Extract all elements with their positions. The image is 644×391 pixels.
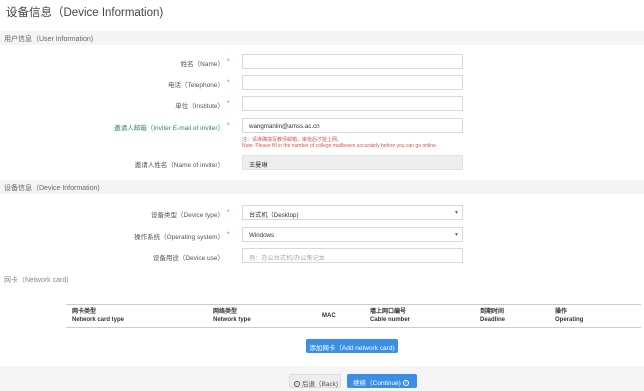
column-header-network-type: 网络类型 Network type [213,309,251,323]
inviter-name-field: 王曼琳 [242,155,463,170]
os-label: 操作系统（Operating system） [134,234,224,241]
continue-button-label: 继续（Continue) [353,380,401,387]
footer-bar: ‹ 后退（Back) 继续（Continue) › [0,366,644,391]
add-network-card-button[interactable]: 添加网卡（Add network card) [306,339,398,353]
required-mark: * [227,209,230,216]
chevron-down-icon: ▾ [454,232,458,238]
institute-row: 单位（Institute） * [0,96,644,112]
device-use-label: 设备用途（Device use） [152,255,224,262]
inviter-email-row: 邀请人邮箱（Inviter E-mail of inviter） * wangm… [0,118,644,134]
institute-label: 单位（Institute） [175,103,224,110]
required-mark: * [227,100,230,107]
os-row: 操作系统（Operating system） * Windows ▾ [0,227,644,243]
device-type-row: 设备类型（Device type） * 台式机（Desktop) ▾ [0,205,644,221]
device-type-label: 设备类型（Device type） [151,212,224,219]
inviter-email-input[interactable]: wangmanlin@amss.ac.cn [242,118,463,133]
phone-label: 电话（Telephone） [168,82,224,89]
device-type-value: 台式机（Desktop) [249,212,299,219]
device-section-header: 设备信息（Device Information) [0,180,644,194]
chevron-down-icon: ▾ [454,210,458,216]
back-arrow-icon: ‹ [293,381,300,388]
device-use-row: 设备用途（Device use） 例：办公台式机/办公笔记本 [0,248,644,264]
user-section-header: 用户信息（User Information) [0,31,644,45]
column-header-mac: MAC [322,313,336,319]
back-button-label: 后退（Back) [301,381,339,388]
name-row: 姓名（Name） * [0,54,644,70]
name-label: 姓名（Name） [180,61,224,68]
device-type-select[interactable]: 台式机（Desktop) ▾ [242,205,463,220]
continue-button[interactable]: 继续（Continue) › [347,374,417,388]
network-section-header: 网卡（Network card) [4,277,69,284]
phone-row: 电话（Telephone） * [0,75,644,91]
inviter-note-cn: 注：请准确填写教师邮箱，审批后才能上网。 [242,137,343,143]
institute-input[interactable] [242,96,463,111]
inviter-note-en: Note: Please fill in the number of colle… [242,143,438,149]
back-button[interactable]: ‹ 后退（Back) [289,374,341,388]
column-header-deadline: 到期时间 Deadline [480,309,506,323]
column-header-operating: 操作 Operating [555,309,584,323]
inviter-email-label: 邀请人邮箱（Inviter E-mail of inviter） [114,125,224,132]
required-mark: * [227,122,230,129]
page-title: 设备信息（Device Information) [6,7,164,19]
inviter-name-row: 邀请人姓名（Name of inviter） 王曼琳 [0,155,644,171]
phone-input[interactable] [242,75,463,90]
device-use-input[interactable]: 例：办公台式机/办公笔记本 [242,248,463,263]
required-mark: * [227,79,230,86]
required-mark: * [227,58,230,65]
continue-arrow-icon: › [402,380,409,387]
inviter-name-label: 邀请人姓名（Name of inviter） [134,162,224,169]
network-card-table: 网卡类型 Network card type 网络类型 Network type M… [66,304,641,328]
os-select[interactable]: Windows ▾ [242,227,463,242]
os-value: Windows [249,232,275,239]
name-input[interactable] [242,54,463,69]
required-mark: * [227,231,230,238]
column-header-card-type: 网卡类型 Network card type [72,309,125,323]
column-header-cable-number: 墙上网口编号 Cable number [370,309,411,323]
